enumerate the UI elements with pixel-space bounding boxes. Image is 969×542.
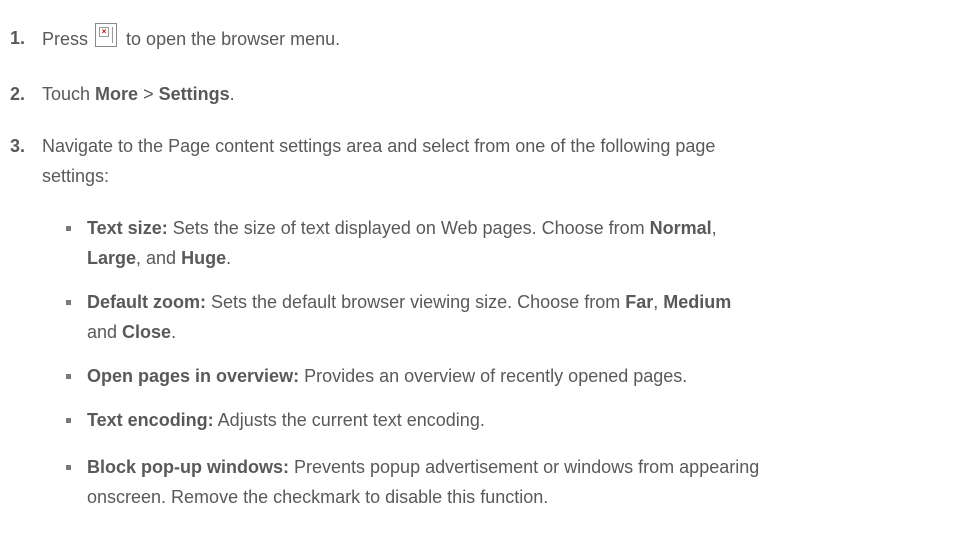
setting-desc-part: Adjusts the current text encoding. xyxy=(213,410,485,430)
setting-option: Normal xyxy=(649,218,712,238)
setting-term: Text encoding: xyxy=(87,410,214,430)
setting-term: Open pages in overview: xyxy=(87,366,300,386)
setting-desc-part: Prevents popup advertisement or windows … xyxy=(288,457,760,477)
setting-term: Text size: xyxy=(87,218,168,238)
setting-option: Far xyxy=(625,292,654,312)
settings-menu-label: Settings xyxy=(158,84,230,104)
more-menu-label: More xyxy=(95,84,139,104)
step-text-line-1: Navigate to the Page content settings ar… xyxy=(42,136,716,156)
setting-option: Close xyxy=(122,322,172,342)
step-number: 2. xyxy=(10,84,26,104)
bullet-marker xyxy=(66,374,71,379)
document-page: 1. Press × to open the browser menu. 2. … xyxy=(0,0,969,542)
setting-desc-part: Provides an overview of recently opened … xyxy=(299,366,688,386)
step-text: Press × to open the browser menu. xyxy=(42,23,942,54)
step-3: 3. Navigate to the Page content settings… xyxy=(10,131,930,193)
setting-desc-part: Sets the size of text displayed on Web p… xyxy=(167,218,650,238)
setting-description: Text size: Sets the size of text display… xyxy=(87,213,947,273)
bullet-marker xyxy=(66,465,71,470)
setting-term: Default zoom: xyxy=(87,292,206,312)
setting-option: Huge xyxy=(181,248,227,268)
step-text: Navigate to the Page content settings ar… xyxy=(42,131,942,191)
bullet-marker xyxy=(66,300,71,305)
setting-description: Open pages in overview: Provides an over… xyxy=(87,361,947,391)
step-text-part: . xyxy=(229,84,235,104)
bullet-marker xyxy=(66,418,71,423)
menu-key-icon: × xyxy=(95,23,118,47)
step-text-line-2: settings: xyxy=(42,166,110,186)
setting-option: Medium xyxy=(663,292,732,312)
setting-desc-part: , xyxy=(653,292,664,312)
setting-desc-part: Sets the default browser viewing size. C… xyxy=(206,292,626,312)
step-number: 3. xyxy=(10,136,26,156)
setting-desc-part: onscreen. Remove the checkmark to disabl… xyxy=(87,487,549,507)
step-text-after: to open the browser menu. xyxy=(126,29,341,49)
setting-term: Block pop-up windows: xyxy=(87,457,289,477)
setting-option: Large xyxy=(87,248,137,268)
step-number: 1. xyxy=(10,28,26,48)
bullet-marker xyxy=(66,226,71,231)
step-text-part: Touch xyxy=(42,84,96,104)
setting-desc-part: . xyxy=(226,248,232,268)
setting-desc-part: , xyxy=(711,218,717,238)
step-text-before: Press xyxy=(42,29,89,49)
setting-desc-part: . xyxy=(171,322,177,342)
setting-description: Text encoding: Adjusts the current text … xyxy=(87,405,947,435)
setting-desc-part: and xyxy=(87,322,123,342)
step-text-part: > xyxy=(138,84,159,104)
step-text: Touch More > Settings. xyxy=(42,79,942,109)
setting-description: Default zoom: Sets the default browser v… xyxy=(87,287,947,347)
setting-desc-part: , and xyxy=(136,248,182,268)
setting-description: Block pop-up windows: Prevents popup adv… xyxy=(87,452,947,512)
